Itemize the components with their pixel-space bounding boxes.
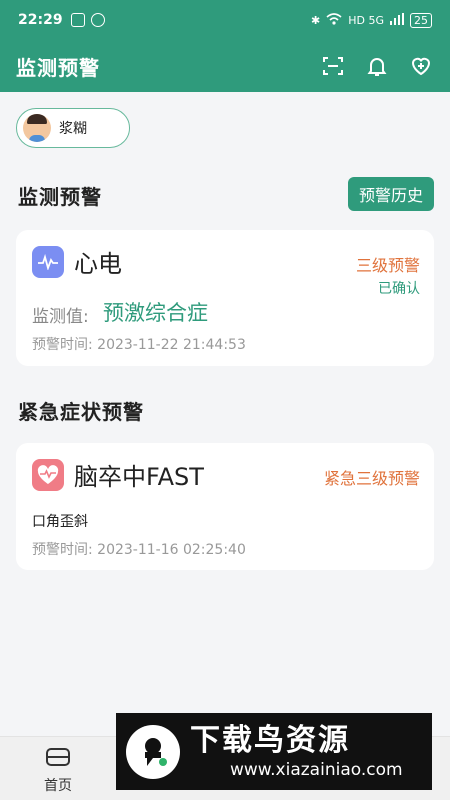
ecg-value-label: 监测值: — [32, 307, 89, 327]
wifi-icon — [326, 12, 342, 28]
watermark-text: 下载鸟资源 www.xiazainiao.com — [190, 723, 403, 781]
watermark-url: www.xiazainiao.com — [230, 759, 403, 780]
bluetooth-icon: ✱ — [311, 13, 321, 27]
tab-home[interactable]: 首页 — [30, 745, 86, 795]
app-notification-icon — [90, 13, 105, 27]
stroke-alert-level: 紧急三级预警 — [323, 469, 420, 488]
header-actions — [320, 53, 434, 79]
ecg-icon — [32, 246, 64, 278]
stroke-symptom: 口角歪斜 — [32, 514, 88, 530]
stroke-alert-time: 预警时间: 2023-11-16 02:25:40 — [32, 542, 246, 558]
watermark-title: 下载鸟资源 — [190, 722, 350, 758]
ecg-alert-card[interactable]: 心电 三级预警 已确认 监测值: 预激综合症 预警时间: 2023-11-22 … — [16, 230, 434, 366]
heart-pulse-icon — [32, 459, 64, 491]
user-name: 浆糊 — [59, 121, 87, 137]
watermark-banner: 下载鸟资源 www.xiazainiao.com — [116, 713, 432, 790]
ecg-alert-status: 已确认 — [378, 281, 420, 297]
tab-home-label: 首页 — [44, 778, 72, 794]
bird-logo-icon — [126, 724, 180, 779]
bell-icon[interactable] — [364, 53, 390, 79]
alert-history-button[interactable]: 预警历史 — [348, 177, 434, 211]
signal-icon — [390, 12, 404, 28]
page-title: 监测预警 — [16, 55, 100, 80]
stroke-alert-card[interactable]: 脑卒中FAST 紧急三级预警 口角歪斜 预警时间: 2023-11-16 02:… — [16, 443, 434, 570]
network-label: HD 5G — [348, 13, 384, 27]
ecg-alert-name: 心电 — [74, 250, 122, 278]
avatar — [23, 114, 51, 142]
ecg-alert-time: 预警时间: 2023-11-22 21:44:53 — [32, 337, 246, 353]
ecg-value: 预激综合症 — [103, 301, 208, 325]
home-icon — [44, 748, 72, 773]
ecg-alert-level: 三级预警 — [355, 256, 420, 275]
emergency-section-title: 紧急症状预警 — [18, 400, 144, 424]
monitoring-section-title: 监测预警 — [18, 185, 102, 209]
stroke-alert-name: 脑卒中FAST — [74, 463, 204, 491]
scan-icon[interactable] — [320, 53, 346, 79]
battery-indicator: 25 — [410, 12, 432, 28]
status-bar: 22:29 ✱ HD 5G 25 — [0, 0, 450, 40]
notification-icon — [70, 13, 85, 27]
status-right: ✱ HD 5G 25 — [311, 12, 432, 28]
app-header: 监测预警 — [0, 40, 450, 92]
heart-plus-icon[interactable] — [408, 53, 434, 79]
user-selector[interactable]: 浆糊 — [16, 108, 130, 148]
status-time: 22:29 — [18, 12, 63, 28]
